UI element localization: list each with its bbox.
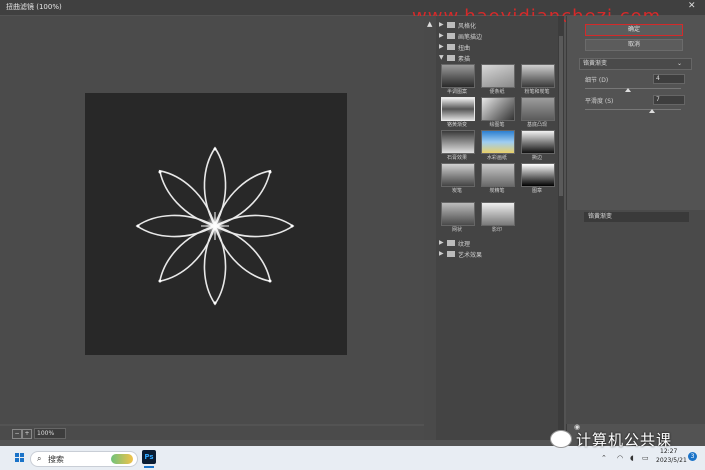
preview-canvas <box>85 93 347 355</box>
thumb-note-paper[interactable] <box>481 64 515 88</box>
folder-icon <box>447 240 455 246</box>
collapse-arrow-icon[interactable]: ▲ <box>427 20 432 28</box>
scrollbar-thumb[interactable] <box>559 36 563 196</box>
filter-gallery: ▶ 风格化 ▶ 画笔描边 ▶ 扭曲 ▼ 素描 半调图案 便条纸 粉笔和炭笔 铬黄… <box>436 16 560 440</box>
expand-arrow-icon: ▶ <box>439 21 444 28</box>
window-title: 扭曲滤镜 (100%) <box>6 3 62 11</box>
zoom-in-button[interactable]: + <box>22 429 32 439</box>
zoom-select[interactable]: 100% <box>34 428 66 439</box>
search-placeholder: 搜索 <box>48 455 64 464</box>
gallery-toggle-column: ▲ <box>424 16 436 440</box>
thumb-label: 水彩画纸 <box>486 155 507 161</box>
overlay-tag-text: 计算机公共课 <box>576 431 673 449</box>
taskbar-search[interactable]: ⌕ 搜索 <box>30 451 138 467</box>
category-sketch[interactable]: ▼ 素描 <box>436 53 560 63</box>
category-stylize[interactable]: ▶ 风格化 <box>436 20 560 30</box>
thumb-label: 便条纸 <box>489 89 505 95</box>
search-highlight-image <box>111 454 133 464</box>
smoothness-input[interactable]: 7 <box>653 95 685 105</box>
thumb-reticulation[interactable] <box>441 202 475 226</box>
wechat-icon <box>550 430 572 448</box>
thumb-label: 网状 <box>451 227 462 233</box>
detail-slider[interactable] <box>585 88 681 89</box>
smoothness-slider[interactable] <box>585 109 681 110</box>
gallery-scrollbar[interactable] <box>558 16 564 440</box>
category-texture[interactable]: ▶ 纹理 <box>436 238 560 248</box>
thumb-photocopy[interactable] <box>481 202 515 226</box>
zoom-out-button[interactable]: − <box>12 429 22 439</box>
cancel-button[interactable]: 取消 <box>585 39 683 51</box>
thumb-graphic-pen[interactable] <box>481 97 515 121</box>
active-app-indicator <box>144 466 154 468</box>
windows-start-icon[interactable] <box>15 453 25 463</box>
thumb-chrome[interactable] <box>441 97 475 121</box>
folder-icon <box>447 33 455 39</box>
thumb-torn-edges[interactable] <box>521 130 555 154</box>
clock-date[interactable]: 2023/5/21 <box>656 457 687 464</box>
folder-icon <box>447 44 455 50</box>
close-icon[interactable]: ✕ <box>688 1 696 11</box>
photoshop-taskbar-icon[interactable]: Ps <box>142 450 156 464</box>
volume-icon[interactable]: ◖ <box>630 454 634 462</box>
thumb-charcoal[interactable] <box>441 163 475 187</box>
category-distort[interactable]: ▶ 扭曲 <box>436 42 560 52</box>
flower-image <box>135 146 295 306</box>
thumb-label: 影印 <box>491 227 502 233</box>
thumb-label: 铬黄渐变 <box>446 122 467 128</box>
thumb-label: 基底凸现 <box>526 122 547 128</box>
effect-layer-row[interactable]: 铬黄渐变 <box>584 212 689 222</box>
notification-badge[interactable]: 3 <box>688 452 697 461</box>
detail-input[interactable]: 4 <box>653 74 685 84</box>
folder-open-icon <box>447 55 455 61</box>
filter-select[interactable]: 铬黄渐变 <box>579 58 692 70</box>
thumb-halftone[interactable] <box>441 64 475 88</box>
thumb-label: 粉笔和炭笔 <box>524 89 550 95</box>
overlay-tag: 计算机公共课 <box>548 428 703 449</box>
ok-button[interactable]: 确定 <box>585 24 683 36</box>
wifi-icon[interactable]: ◠ <box>617 454 623 462</box>
folder-icon <box>447 251 455 257</box>
thumb-label: 半调图案 <box>446 89 467 95</box>
thumb-plaster[interactable] <box>441 130 475 154</box>
thumb-label: 石膏效果 <box>446 155 467 161</box>
category-artistic[interactable]: ▶ 艺术效果 <box>436 249 560 259</box>
thumb-label: 撕边 <box>531 155 542 161</box>
thumb-chalk-charcoal[interactable] <box>521 64 555 88</box>
battery-icon[interactable]: ▭ <box>642 454 649 462</box>
category-brush-strokes[interactable]: ▶ 画笔描边 <box>436 31 560 41</box>
expand-arrow-icon: ▶ <box>439 250 444 257</box>
preview-area <box>0 16 424 424</box>
detail-label: 细节 (D) <box>585 77 609 84</box>
thumb-stamp[interactable] <box>521 163 555 187</box>
chevron-up-icon[interactable]: ⌃ <box>601 454 607 462</box>
detail-slider-knob[interactable] <box>625 88 632 92</box>
smoothness-slider-knob[interactable] <box>649 109 656 113</box>
effect-layers-pane: ◉ 铬黄渐变 <box>566 210 705 431</box>
thumb-label: 炭笔 <box>451 188 462 194</box>
thumb-water-paper[interactable] <box>481 130 515 154</box>
search-icon: ⌕ <box>37 454 42 463</box>
thumb-label: 炭精笔 <box>489 188 505 194</box>
thumb-label: 图章 <box>531 188 542 194</box>
chevron-down-icon: ⌄ <box>677 60 683 67</box>
expand-arrow-icon: ▶ <box>439 43 444 50</box>
folder-icon <box>447 22 455 28</box>
expand-arrow-icon: ▶ <box>439 239 444 246</box>
smoothness-label: 平滑度 (S) <box>585 98 614 105</box>
expand-arrow-icon: ▶ <box>439 32 444 39</box>
collapse-arrow-icon: ▼ <box>439 54 444 61</box>
thumb-bas-relief[interactable] <box>521 97 555 121</box>
thumb-label: 绘图笔 <box>489 122 505 128</box>
thumb-conte-crayon[interactable] <box>481 163 515 187</box>
